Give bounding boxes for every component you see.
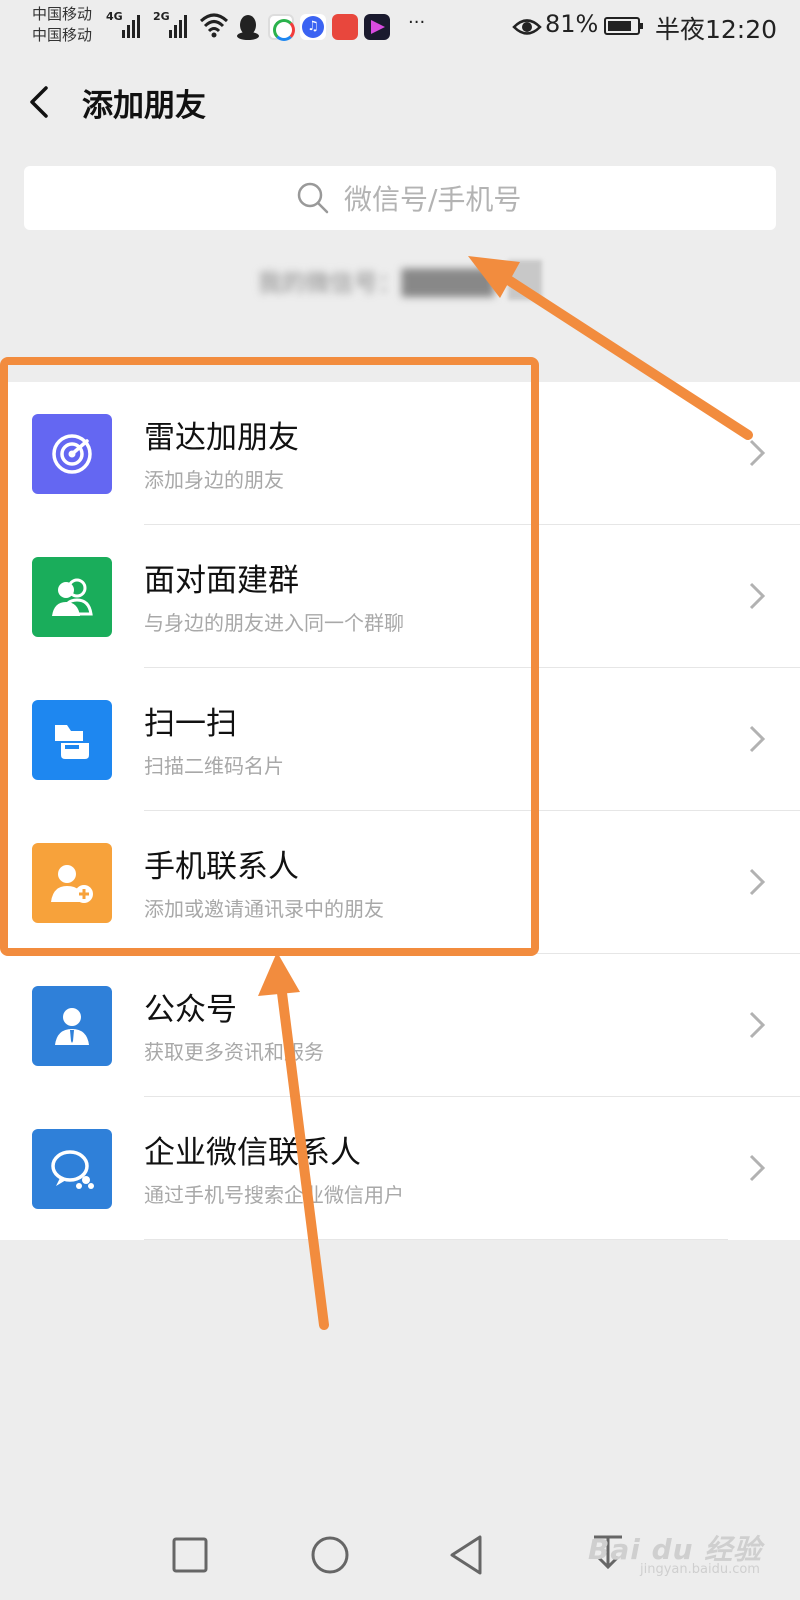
status-bar: 中国移动 中国移动 4G 2G ♫ ··· 81% 半夜12:20 <box>32 4 778 46</box>
search-input[interactable] <box>342 178 746 220</box>
qq-icon <box>237 15 259 40</box>
add-friend-options: 雷达加朋友 添加身边的朋友 面对面建群 与身边的朋友进入同一个群聊 扫一扫 扫描… <box>0 382 800 1240</box>
divider <box>144 1239 728 1240</box>
list-item-work-wechat-contacts[interactable]: 企业微信联系人 通过手机号搜索企业微信用户 <box>0 1097 800 1240</box>
chevron-right-icon <box>749 725 766 753</box>
radar-icon <box>32 414 112 494</box>
list-item-phone-contacts[interactable]: 手机联系人 添加或邀请通讯录中的朋友 <box>0 811 800 954</box>
list-item-official-accounts[interactable]: 公众号 获取更多资讯和服务 <box>0 954 800 1097</box>
carrier-2: 中国移动 <box>32 26 93 44</box>
search-icon <box>297 182 329 214</box>
my-wechat-id-text: 我的微信号：█████ <box>257 268 495 297</box>
group-icon <box>32 557 112 637</box>
list-item-label: 雷达加朋友 <box>144 420 299 456</box>
eye-comfort-icon <box>512 19 542 35</box>
music-app-icon: ♫ <box>300 14 326 40</box>
wifi-icon <box>199 13 229 38</box>
chevron-right-icon <box>749 1011 766 1039</box>
video-app-icon <box>364 14 390 40</box>
phone-contact-icon <box>32 843 112 923</box>
scan-icon <box>32 700 112 780</box>
chevron-right-icon <box>749 1154 766 1182</box>
browser-app-icon <box>268 14 295 41</box>
recents-button[interactable] <box>160 1525 220 1585</box>
search-bar[interactable] <box>24 166 776 230</box>
clock: 半夜12:20 <box>655 15 778 44</box>
carrier-1: 中国移动 <box>32 5 93 23</box>
more-notifications-icon: ··· <box>408 12 426 33</box>
list-item-label: 公众号 <box>144 992 237 1028</box>
list-item-subtitle: 添加或邀请通讯录中的朋友 <box>144 897 384 921</box>
list-item-face-to-face-group[interactable]: 面对面建群 与身边的朋友进入同一个群聊 <box>0 525 800 668</box>
list-item-radar[interactable]: 雷达加朋友 添加身边的朋友 <box>0 382 800 525</box>
back-nav-button[interactable] <box>438 1525 498 1585</box>
qr-code-icon <box>508 260 543 300</box>
list-item-label: 手机联系人 <box>144 849 299 885</box>
baidu-watermark-url: jingyan.baidu.com <box>640 1562 760 1577</box>
list-item-subtitle: 添加身边的朋友 <box>144 468 284 492</box>
list-item-subtitle: 与身边的朋友进入同一个群聊 <box>144 611 404 635</box>
list-item-subtitle: 通过手机号搜索企业微信用户 <box>144 1183 404 1207</box>
list-item-label: 企业微信联系人 <box>144 1135 361 1171</box>
battery-percent: 81% <box>545 10 599 38</box>
battery-icon <box>604 17 643 35</box>
chevron-right-icon <box>749 868 766 896</box>
list-item-label: 扫一扫 <box>144 706 237 742</box>
back-button[interactable] <box>26 84 58 120</box>
list-item-scan[interactable]: 扫一扫 扫描二维码名片 <box>0 668 800 811</box>
carrier-info: 中国移动 中国移动 <box>32 4 92 46</box>
home-button[interactable] <box>300 1525 360 1585</box>
huawei-store-icon <box>332 14 358 40</box>
list-item-subtitle: 获取更多资讯和服务 <box>144 1040 324 1064</box>
list-item-label: 面对面建群 <box>144 563 299 599</box>
chevron-right-icon <box>749 439 766 467</box>
page-title: 添加朋友 <box>82 88 206 124</box>
official-account-icon <box>32 986 112 1066</box>
my-wechat-id[interactable]: 我的微信号：█████ <box>0 258 800 302</box>
work-wechat-icon <box>32 1129 112 1209</box>
chevron-right-icon <box>749 582 766 610</box>
list-item-subtitle: 扫描二维码名片 <box>144 754 284 778</box>
